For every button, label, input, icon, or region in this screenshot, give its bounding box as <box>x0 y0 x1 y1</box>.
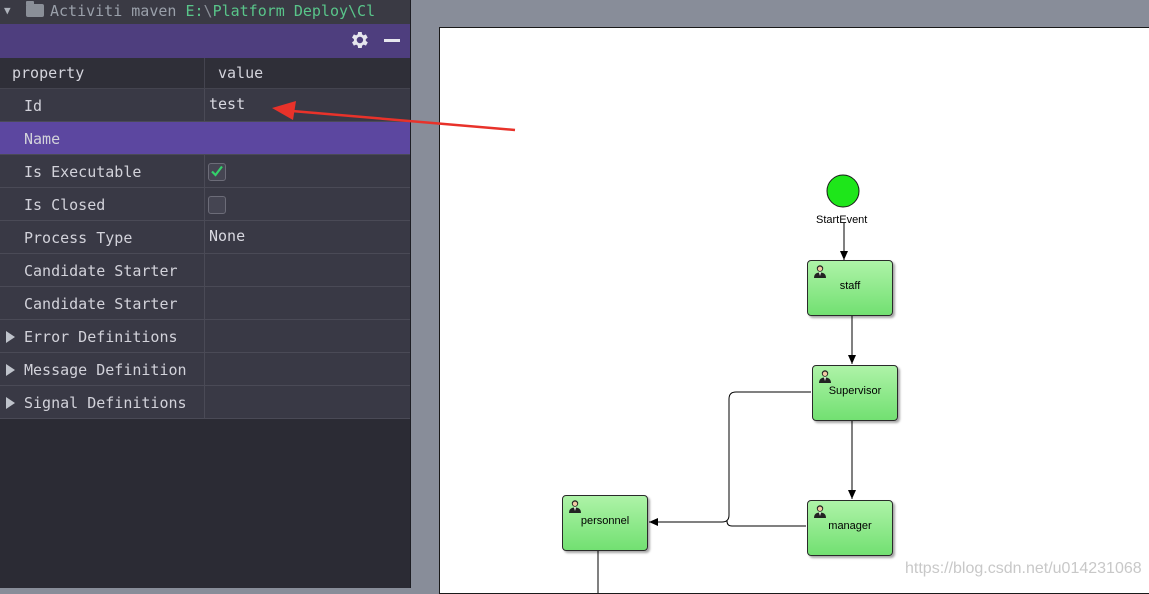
property-row-signal-definitions[interactable]: Signal Definitions <box>0 386 410 419</box>
flow-manager-to-personnel <box>726 520 806 527</box>
row-label: Is Closed <box>24 196 106 214</box>
column-divider <box>204 353 205 385</box>
row-label: Name <box>24 130 61 148</box>
is-closed-checkbox[interactable] <box>208 196 226 214</box>
row-label: Error Definitions <box>24 328 178 346</box>
id-value-field[interactable]: test <box>209 95 245 113</box>
row-label: Signal Definitions <box>24 394 187 412</box>
checkmark-icon <box>211 165 223 177</box>
expand-arrow-icon[interactable]: ▼ <box>4 0 11 22</box>
table-header: property value <box>0 58 410 89</box>
row-label: Is Executable <box>24 163 142 181</box>
row-label: Id <box>24 97 43 115</box>
task-label: personnel <box>580 515 630 527</box>
project-path: Activiti maven E:\Platform Deploy\Cl <box>50 0 375 22</box>
user-task-icon <box>819 370 831 383</box>
row-label: Candidate Starter <box>24 295 178 313</box>
property-row-is-closed[interactable]: Is Closed <box>0 188 410 221</box>
expand-arrow-icon[interactable] <box>6 364 15 376</box>
task-label: Supervisor <box>828 385 882 397</box>
task-personnel[interactable]: personnel <box>562 495 648 551</box>
column-divider <box>204 320 205 352</box>
column-divider <box>204 386 205 418</box>
expand-arrow-icon[interactable] <box>6 397 15 409</box>
minimize-icon[interactable] <box>384 39 400 42</box>
property-row-error-definitions[interactable]: Error Definitions <box>0 320 410 353</box>
project-tree-row[interactable]: ▼ Activiti maven E:\Platform Deploy\Cl <box>0 0 410 24</box>
properties-panel: ▼ Activiti maven E:\Platform Deploy\Cl p… <box>0 0 411 588</box>
column-divider <box>204 58 205 88</box>
watermark-text: https://blog.csdn.net/u014231068 <box>905 560 1142 577</box>
user-task-icon <box>814 505 826 518</box>
property-row-id[interactable]: Id test <box>0 89 410 122</box>
gear-icon[interactable] <box>348 29 370 51</box>
bpmn-canvas[interactable]: StartEvent staff Supervisor manager pers… <box>439 27 1149 594</box>
task-label: manager <box>828 520 872 532</box>
row-label: Message Definition <box>24 361 187 379</box>
property-row-name[interactable]: Name <box>0 122 410 155</box>
is-executable-checkbox[interactable] <box>208 163 226 181</box>
column-divider <box>204 188 205 220</box>
column-header-value: value <box>218 64 264 82</box>
task-label: staff <box>839 280 861 292</box>
flow-connectors <box>597 174 860 593</box>
column-header-property: property <box>12 64 85 82</box>
property-row-process-type[interactable]: Process Type None <box>0 221 410 254</box>
property-row-candidate-starter-groups[interactable]: Candidate Starter <box>0 287 410 320</box>
project-name: Activiti maven <box>50 2 177 20</box>
user-task-icon <box>814 265 826 278</box>
user-task-icon <box>569 500 581 513</box>
flow-supervisor-to-personnel <box>649 391 811 526</box>
folder-icon <box>26 1 44 17</box>
property-rows: Id test Name Is Executable Is Closed Pro… <box>0 89 410 419</box>
column-divider <box>204 287 205 319</box>
column-divider <box>204 155 205 187</box>
path-separator: \ <box>203 2 213 20</box>
column-divider <box>204 221 205 253</box>
column-divider <box>204 254 205 286</box>
task-supervisor[interactable]: Supervisor <box>812 365 898 421</box>
property-row-is-executable[interactable]: Is Executable <box>0 155 410 188</box>
property-row-candidate-starter-users[interactable]: Candidate Starter <box>0 254 410 287</box>
process-type-value[interactable]: None <box>209 227 245 245</box>
row-label: Process Type <box>24 229 133 247</box>
task-manager[interactable]: manager <box>807 500 893 556</box>
panel-toolbar <box>0 24 410 58</box>
path-drive: E: <box>185 2 204 20</box>
expand-arrow-icon[interactable] <box>6 331 15 343</box>
path-tail: Platform Deploy\Cl <box>212 2 376 20</box>
column-divider <box>204 89 205 121</box>
start-event-circle <box>826 174 860 208</box>
task-staff[interactable]: staff <box>807 260 893 316</box>
property-row-message-definitions[interactable]: Message Definition <box>0 353 410 386</box>
start-event-label: StartEvent <box>816 214 868 226</box>
row-label: Candidate Starter <box>24 262 178 280</box>
